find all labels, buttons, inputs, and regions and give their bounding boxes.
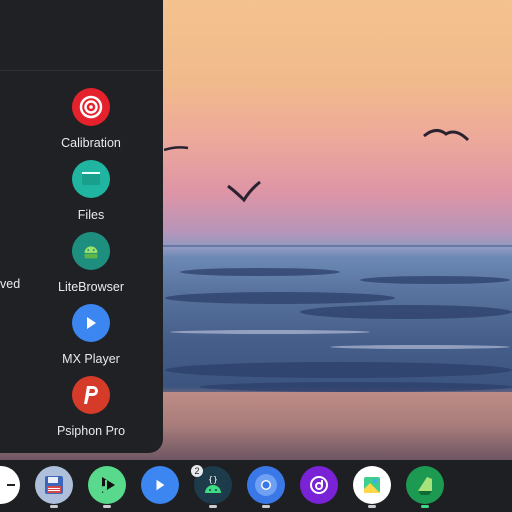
app-launcher-panel: ved Calibration Files LiteBrowser MX Pla… [0,0,163,453]
beach-sand [160,392,512,460]
app-mx-player[interactable]: MX Player [41,304,141,366]
notification-badge: 2 [191,465,203,477]
app-label: Files [77,208,105,222]
app-psiphon-pro[interactable]: Psiphon Pro [41,376,141,438]
horizon-line [160,245,512,247]
music-player-icon[interactable] [88,466,126,504]
running-indicator [209,505,217,508]
chrome-browser-icon[interactable] [247,466,285,504]
running-indicator [368,505,376,508]
wave [300,305,512,319]
snapseed-icon[interactable] [406,466,444,504]
divider [0,70,163,71]
gallery-icon[interactable] [353,466,391,504]
video-play-icon[interactable] [141,466,179,504]
wave-foam [170,330,370,334]
purple-app-icon[interactable] [300,466,338,504]
android-icon [72,232,110,270]
running-indicator [103,505,111,508]
android-code-icon[interactable]: 2 {} [191,465,232,504]
app-calibration[interactable]: Calibration [41,88,141,150]
save-disk-icon[interactable] [35,466,73,504]
wave [165,292,395,304]
running-indicator [421,505,429,508]
app-files[interactable]: Files [41,160,141,222]
wave [165,362,512,378]
app-label: Psiphon Pro [56,424,126,438]
running-indicator [50,505,58,508]
wave [200,382,512,392]
psiphon-icon [72,376,110,414]
partial-app-label: ved [0,277,21,291]
target-icon [72,88,110,126]
app-label: MX Player [62,352,120,366]
running-indicator [262,505,270,508]
play-icon [72,304,110,342]
app-litebrowser[interactable]: LiteBrowser [41,232,141,294]
wave [360,276,510,284]
folder-icon [72,160,110,198]
bird-icon [227,180,261,203]
app-label: LiteBrowser [58,280,124,294]
code-glyph: {} [208,475,218,484]
app-label: Calibration [61,136,121,150]
bird-icon [164,146,189,152]
wave-foam [330,345,510,349]
wave [180,268,340,276]
bird-icon [423,129,470,142]
